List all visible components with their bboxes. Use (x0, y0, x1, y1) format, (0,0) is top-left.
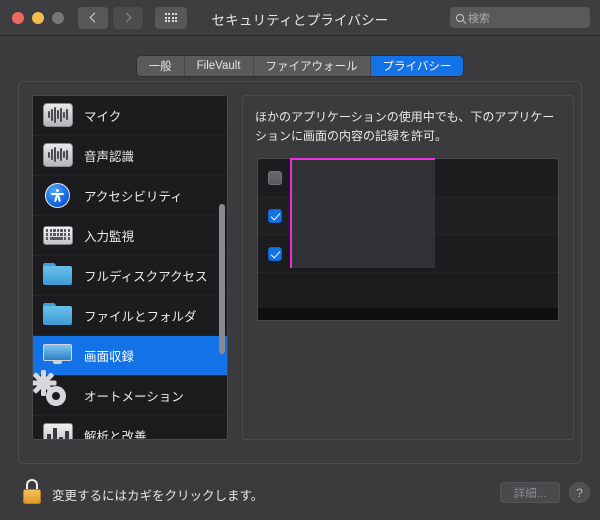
lock-hint-text: 変更するにはカギをクリックします。 (52, 489, 264, 503)
sidebar-item-label: ファイルとフォルダ (84, 310, 197, 324)
sidebar-item-label: 音声認識 (84, 150, 135, 164)
sidebar-item-label: 入力監視 (84, 230, 135, 244)
gear-icon (33, 369, 73, 409)
list-footer (258, 308, 558, 320)
sidebar-item-label: アクセシビリティ (84, 190, 183, 204)
sidebar-item-accessibility[interactable]: アクセシビリティ (33, 176, 227, 216)
sidebar-item-analytics-and-improvements[interactable]: 解析と改善 (33, 416, 227, 440)
redaction-overlay (290, 158, 435, 268)
app-checkbox[interactable] (268, 170, 282, 185)
sidebar-item-label: フルディスクアクセス (84, 270, 208, 284)
tab-filevault[interactable]: FileVault (184, 56, 254, 76)
privacy-category-list[interactable]: マイク 音声認識 アクセシビリティ 入力監視 フルディスクアクセス ファイルとフ… (32, 95, 228, 440)
tab-firewall[interactable]: ファイアウォール (253, 56, 371, 76)
speech-recognition-waveform-icon (43, 142, 73, 169)
search-input[interactable]: 検索 (450, 7, 590, 28)
accessibility-icon (43, 182, 73, 209)
folder-icon (43, 302, 73, 329)
folder-icon (43, 262, 73, 289)
sidebar-item-speech-recognition[interactable]: 音声認識 (33, 136, 227, 176)
panel-description: ほかのアプリケーションの使用中でも、下のアプリケーションに画面の内容の記録を許可… (255, 110, 555, 143)
unlocked-padlock-icon[interactable] (22, 479, 42, 505)
tab-general[interactable]: 一般 (136, 56, 185, 76)
advanced-button: 詳細... (500, 482, 560, 503)
bottom-bar: 変更するにはカギをクリックします。 詳細... ? (0, 470, 600, 520)
sidebar-item-files-and-folders[interactable]: ファイルとフォルダ (33, 296, 227, 336)
display-monitor-icon (43, 343, 73, 369)
system-preferences-window: セキュリティとプライバシー 検索 一般 FileVault ファイアウォール プ… (0, 0, 600, 520)
bar-chart-icon (43, 422, 73, 439)
search-placeholder: 検索 (468, 12, 490, 25)
sidebar-item-label: マイク (84, 110, 122, 124)
app-checkbox[interactable] (268, 246, 282, 261)
tab-bar: 一般 FileVault ファイアウォール プライバシー (0, 56, 600, 76)
sidebar-item-microphone[interactable]: マイク (33, 96, 227, 136)
sidebar-item-screen-recording[interactable]: 画面収録 (33, 336, 227, 376)
title-bar: セキュリティとプライバシー 検索 (0, 0, 600, 36)
sidebar-item-automation[interactable]: オートメーション (33, 369, 227, 416)
search-icon (456, 13, 464, 22)
tab-privacy[interactable]: プライバシー (370, 56, 464, 76)
sidebar-item-label: 画面収録 (84, 350, 135, 364)
sidebar-item-label: 解析と改善 (84, 430, 147, 440)
sidebar-item-label: オートメーション (84, 390, 184, 404)
sidebar-scrollbar[interactable] (219, 204, 225, 354)
sidebar-item-full-disk-access[interactable]: フルディスクアクセス (33, 256, 227, 296)
app-checkbox[interactable] (268, 208, 282, 223)
microphone-waveform-icon (43, 102, 73, 129)
sidebar-item-input-monitoring[interactable]: 入力監視 (33, 216, 227, 256)
keyboard-icon (43, 223, 73, 249)
help-button[interactable]: ? (569, 482, 590, 503)
